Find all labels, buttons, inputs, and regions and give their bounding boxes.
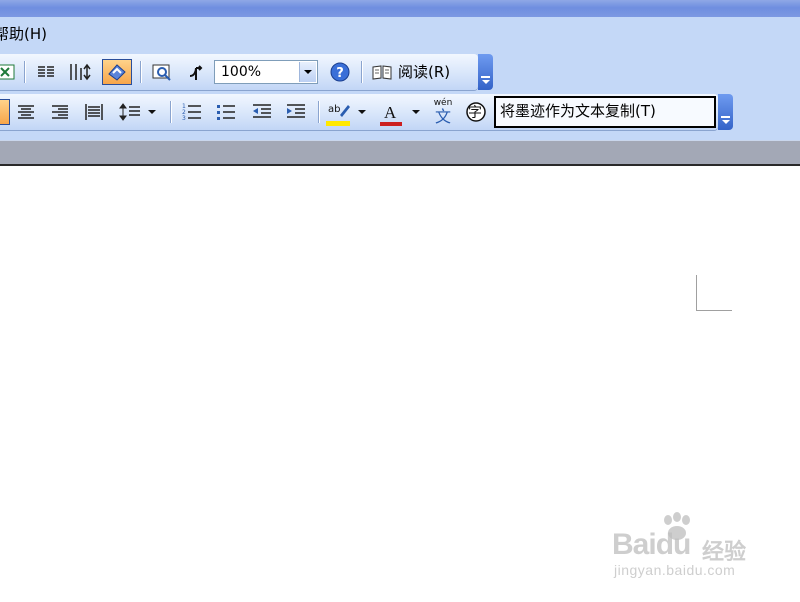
separator [24,61,25,83]
watermark-url: jingyan.baidu.com [614,562,736,578]
chevron-down-icon[interactable] [410,100,422,124]
font-color-swatch [380,122,402,126]
menu-bar: 帮助(H) [0,17,800,52]
bullet-list-icon[interactable] [214,100,238,124]
paragraph-mark-icon[interactable] [184,60,208,84]
watermark: Baidu 经验 jingyan.baidu.com [612,512,762,582]
phonetic-char: 文 [434,107,451,126]
svg-text:3: 3 [182,115,186,122]
margin-corner-mark [696,275,697,311]
margin-corner-mark [696,310,732,311]
chevron-down-icon[interactable] [299,62,316,82]
separator [361,61,362,83]
zoom-value: 100% [221,64,262,80]
align-center-icon[interactable] [14,100,38,124]
enclose-char: 字 [468,105,482,121]
chevron-down-icon [482,80,490,84]
align-right-icon[interactable] [48,100,72,124]
toolbar-options-button[interactable] [478,54,493,90]
help-icon[interactable]: ? [328,60,352,84]
drawing-icon[interactable] [68,60,92,84]
document-map-icon[interactable] [102,59,132,85]
separator [318,101,319,123]
separator [140,61,141,83]
zoom-select[interactable]: 100% [214,60,318,84]
increase-indent-icon[interactable] [284,100,308,124]
title-bar [0,0,800,17]
highlight-icon[interactable]: ab [326,98,352,126]
preview-icon[interactable] [150,60,174,84]
copy-ink-as-text-label: 将墨迹作为文本复制(T) [500,102,656,120]
align-left-button[interactable] [0,99,10,125]
columns-icon[interactable] [34,60,58,84]
chevron-down-icon[interactable] [356,100,368,124]
line-spacing-icon[interactable] [118,100,142,124]
svg-text:ab: ab [328,104,340,115]
enclose-characters-icon[interactable]: 字 [464,100,488,124]
read-mode-button[interactable]: 阅读(R) [398,60,450,84]
separator [170,101,171,123]
decrease-indent-icon[interactable] [250,100,274,124]
book-icon[interactable] [370,60,394,84]
svg-text:A: A [384,103,397,122]
highlight-color-swatch [326,121,350,126]
chevron-down-icon[interactable] [146,100,158,124]
watermark-brand: Baidu [612,528,691,561]
phonetic-guide-icon[interactable]: wén 文 [430,96,456,128]
ruler-band [0,140,800,165]
toolbar-options-bar [481,76,490,78]
font-color-icon[interactable]: A [378,98,404,126]
menu-help[interactable]: 帮助(H) [0,23,47,44]
numbered-list-icon[interactable]: 123 [180,100,204,124]
distributed-align-icon[interactable] [82,100,106,124]
excel-icon[interactable] [0,60,18,84]
svg-text:?: ? [336,66,344,81]
toolbar-options-button[interactable] [718,94,733,130]
chevron-down-icon [722,120,730,124]
toolbar-options-bar [721,116,730,118]
copy-ink-as-text-button[interactable]: 将墨迹作为文本复制(T) [494,96,716,128]
standard-toolbar: 100% ? 阅读(R) [0,54,478,90]
